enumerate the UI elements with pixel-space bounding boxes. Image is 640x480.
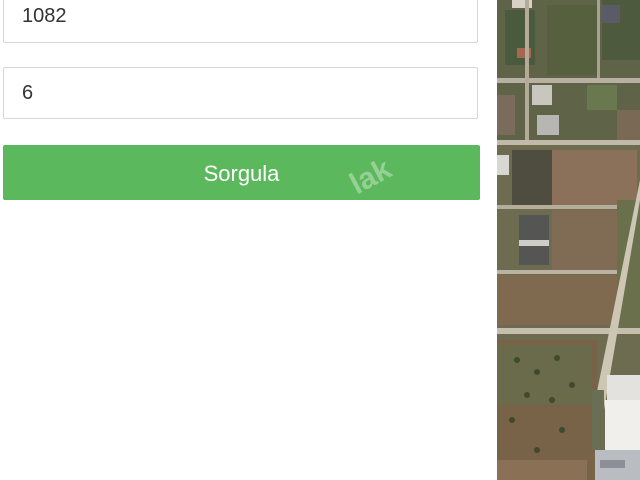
satellite-imagery (497, 0, 640, 480)
query-form: Sorgula (0, 0, 497, 480)
query-button[interactable]: Sorgula (3, 145, 480, 200)
parcel-number-input[interactable] (3, 67, 478, 119)
block-number-input[interactable] (3, 0, 478, 43)
satellite-map[interactable] (497, 0, 640, 480)
